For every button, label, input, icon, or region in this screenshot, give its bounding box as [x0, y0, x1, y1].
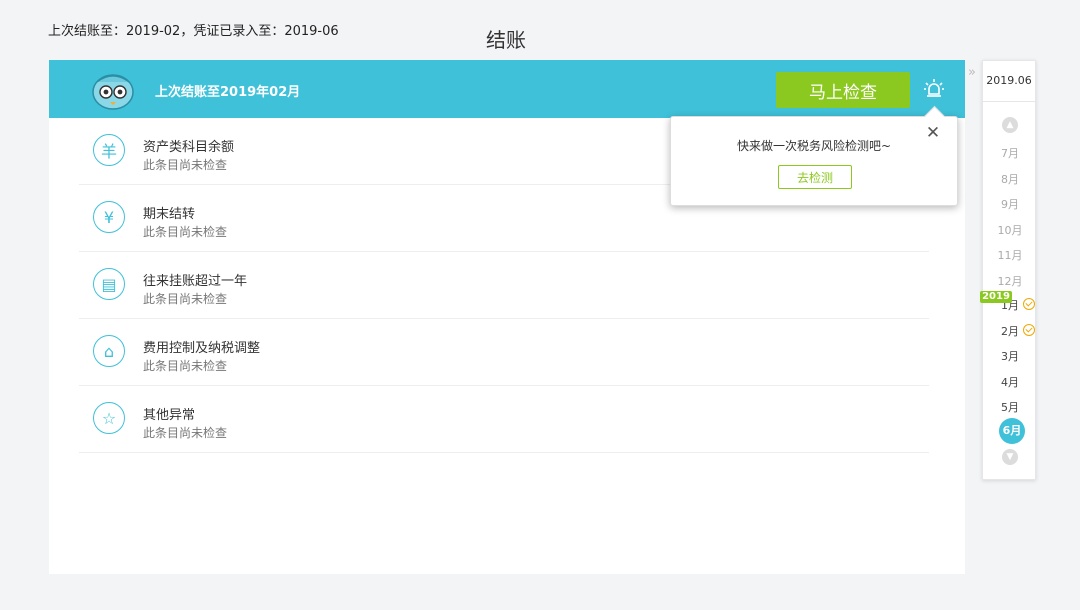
- timeline-month[interactable]: 11月: [980, 247, 1040, 263]
- check-item-status: 此条目尚未检查: [143, 359, 228, 373]
- collapse-icon[interactable]: »: [964, 64, 980, 82]
- header-bar: 上次结账至2019年02月 马上检查: [49, 60, 965, 118]
- check-item[interactable]: ☆ 其他异常此条目尚未检查: [79, 386, 929, 453]
- timeline-month[interactable]: 10月: [980, 222, 1040, 238]
- check-item-status: 此条目尚未检查: [143, 426, 228, 440]
- timeline-month[interactable]: 5月: [980, 399, 1040, 415]
- check-item-status: 此条目尚未检查: [143, 292, 228, 306]
- checked-circle-icon: [1023, 323, 1035, 336]
- month-timeline: 2019.06 ▲ 7月 8月 9月 10月 11月 12月 1月 2月 3月 4月 5月 6月 ▼: [982, 60, 1036, 480]
- check-item[interactable]: ▤ 往来挂账超过一年 此条目尚未检查: [79, 252, 929, 319]
- check-now-button[interactable]: 马上检查: [776, 72, 910, 108]
- checked-circle-icon: [1023, 298, 1035, 310]
- yen-icon: ¥: [93, 201, 125, 233]
- check-item-title: 资产类科目余额: [143, 140, 235, 155]
- star-icon: ☆: [93, 402, 125, 434]
- year-badge: 2019: [980, 291, 1012, 303]
- yang-icon: 羊: [93, 134, 125, 166]
- check-item-status: 此条目尚未检查: [143, 225, 228, 239]
- page-title: 结账: [486, 28, 526, 52]
- document-icon: ▤: [93, 268, 125, 300]
- timeline-month[interactable]: 9月: [980, 196, 1040, 212]
- scroll-down-icon[interactable]: ▼: [1002, 449, 1018, 465]
- top-info: 上次结账至：2019-02，凭证已录入至：2019-06: [48, 24, 339, 39]
- last-close-status: 上次结账至2019年02月: [155, 85, 301, 100]
- check-item[interactable]: ⌂ 费用控制及纳税调整 此条目尚未检查: [79, 319, 929, 386]
- risk-check-popup: ✕ 快来做一次税务风险检测吧~ 去检测: [670, 105, 958, 206]
- receipt-icon: ⌂: [93, 335, 125, 367]
- check-item-status: 此条目尚未检查: [143, 158, 228, 172]
- timeline-month[interactable]: 4月: [980, 374, 1040, 390]
- timeline-month-selected[interactable]: 6月: [999, 418, 1025, 444]
- timeline-month[interactable]: 7月: [980, 145, 1040, 161]
- timeline-month[interactable]: 3月: [980, 348, 1040, 364]
- go-check-button[interactable]: 去检测: [778, 165, 852, 189]
- timeline-current-period: 2019.06: [983, 61, 1035, 102]
- check-item-title: 往来挂账超过一年: [143, 274, 248, 289]
- scroll-up-icon[interactable]: ▲: [1002, 117, 1018, 133]
- popup-message: 快来做一次税务风险检测吧~: [736, 139, 892, 153]
- check-item-title: 期末结转: [143, 207, 196, 222]
- timeline-month[interactable]: 8月: [980, 171, 1040, 187]
- timeline-month[interactable]: 12月: [980, 273, 1040, 289]
- check-item-title: 其他异常: [143, 408, 196, 423]
- owl-avatar-icon: [92, 74, 134, 110]
- tip-bulb-icon[interactable]: [923, 78, 945, 100]
- check-item-title: 费用控制及纳税调整: [143, 341, 261, 356]
